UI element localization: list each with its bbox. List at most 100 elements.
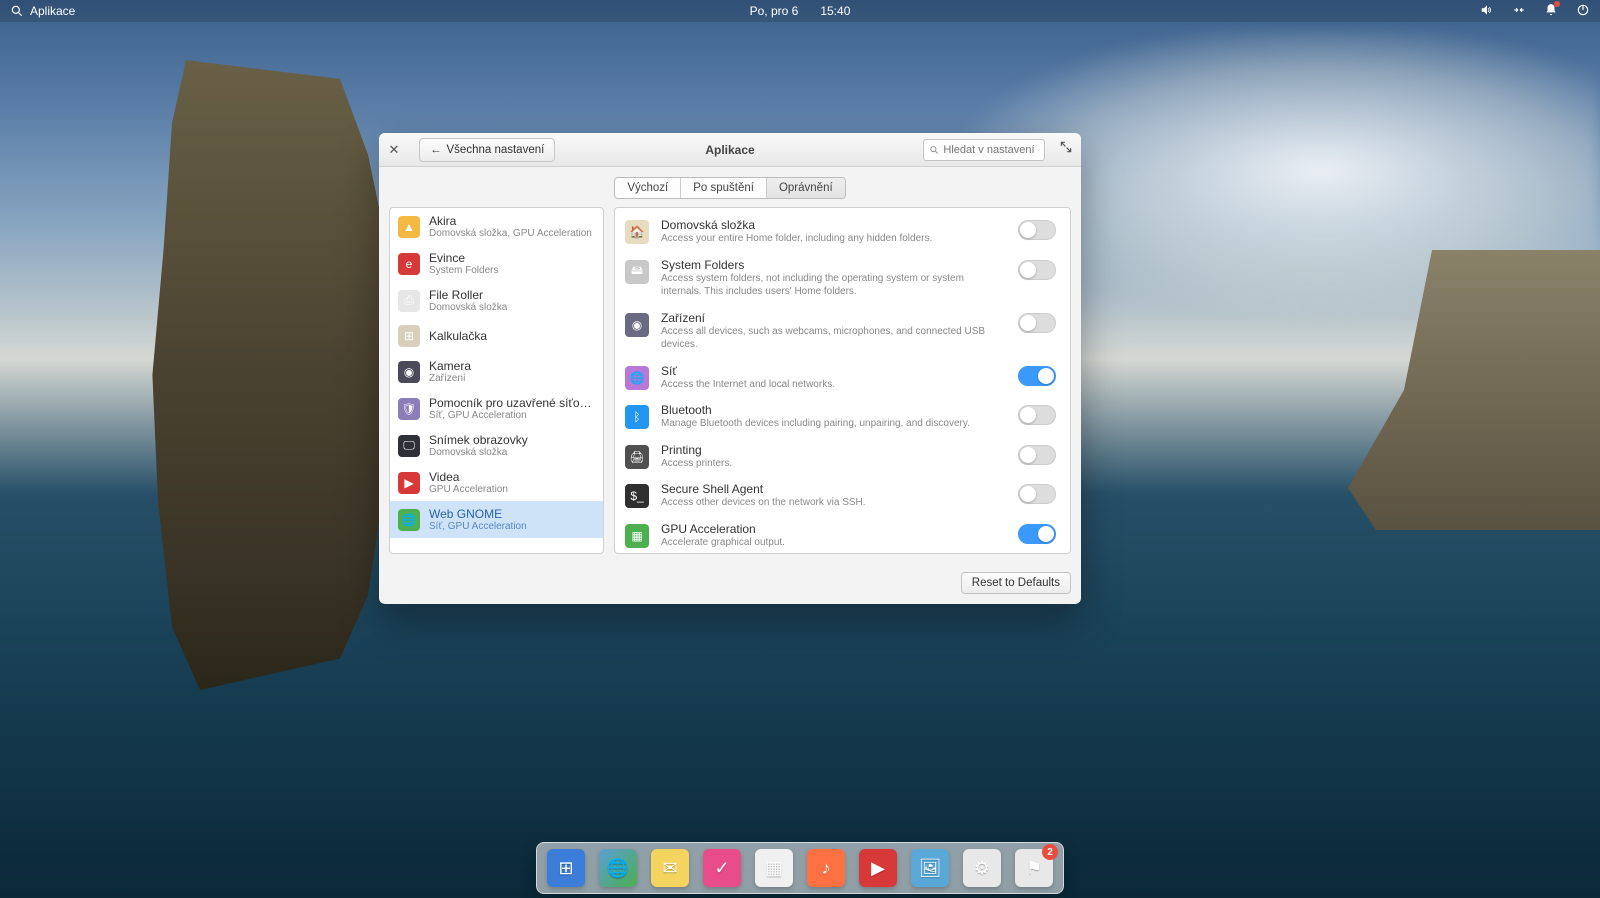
dock-web[interactable]: 🌐: [599, 849, 637, 887]
app-row-kamera[interactable]: ◉ KameraZařízení: [390, 353, 603, 390]
settings-search[interactable]: [923, 139, 1045, 161]
app-icon: e: [398, 253, 420, 275]
dock-music[interactable]: ♪: [807, 849, 845, 887]
app-name: Snímek obrazovky: [429, 433, 528, 447]
titlebar[interactable]: ✕ ← Všechna nastavení Aplikace: [379, 133, 1081, 167]
permission-title: Zařízení: [661, 311, 1006, 325]
app-name: Evince: [429, 251, 498, 265]
app-icon: ◉: [398, 361, 420, 383]
app-icon: ⎙: [398, 290, 420, 312]
app-icon: 🌐: [398, 509, 420, 531]
dock-settings[interactable]: ⚙: [963, 849, 1001, 887]
session-indicator[interactable]: [1576, 3, 1590, 20]
back-all-settings-button[interactable]: ← Všechna nastavení: [419, 138, 555, 162]
close-button[interactable]: ✕: [387, 143, 401, 157]
app-icon: ▲: [398, 216, 420, 238]
app-text: EvinceSystem Folders: [429, 251, 498, 276]
tab-oprávnění[interactable]: Oprávnění: [767, 178, 845, 198]
maximize-button[interactable]: [1059, 140, 1073, 159]
clock-area[interactable]: Po, pro 6 15:40: [750, 4, 851, 18]
permission-toggle[interactable]: [1018, 260, 1056, 280]
permission-icon: $_: [625, 484, 649, 508]
dock-calendar[interactable]: ▦: [755, 849, 793, 887]
permission-secure-shell-agent: $_Secure Shell AgentAccess other devices…: [615, 476, 1070, 516]
search-icon: [929, 144, 939, 156]
permission-toggle[interactable]: [1018, 524, 1056, 544]
permission-icon: 🏠: [625, 220, 649, 244]
permission-toggle[interactable]: [1018, 313, 1056, 333]
search-input[interactable]: [943, 144, 1039, 156]
network-icon: [1512, 3, 1526, 17]
segmented-control: VýchozíPo spuštěníOprávnění: [614, 177, 845, 199]
permission-toggle[interactable]: [1018, 484, 1056, 504]
permission-toggle[interactable]: [1018, 366, 1056, 386]
app-list[interactable]: ▲ AkiraDomovská složka, GPU Acceleration e…: [389, 207, 604, 554]
dock-videos[interactable]: ▶: [859, 849, 897, 887]
dock-multitasking[interactable]: ⊞: [547, 849, 585, 887]
app-sub: GPU Acceleration: [429, 484, 508, 495]
app-name: File Roller: [429, 288, 507, 302]
permission-toggle[interactable]: [1018, 445, 1056, 465]
dock-appcenter[interactable]: ⚑2: [1015, 849, 1053, 887]
app-row-sn-mek-obrazovky[interactable]: 🖵Snímek obrazovkyDomovská složka: [390, 427, 603, 464]
app-text: File RollerDomovská složka: [429, 288, 507, 313]
window-footer: Reset to Defaults: [379, 564, 1081, 604]
top-panel: Aplikace Po, pro 6 15:40: [0, 0, 1600, 22]
app-text: KameraZařízení: [429, 359, 471, 384]
permission-s-: 🌐SíťAccess the Internet and local networ…: [615, 358, 1070, 398]
permission-title: GPU Acceleration: [661, 522, 1006, 536]
permission-text: Domovská složkaAccess your entire Home f…: [661, 218, 1006, 246]
tab-výchozí[interactable]: Výchozí: [615, 178, 681, 198]
dock-photos[interactable]: 🖼: [911, 849, 949, 887]
app-row-pomocn-k-pro-uzav-en-s-ov-[interactable]: 🛡 Pomocník pro uzavřené síťové ...Síť, GP…: [390, 390, 603, 427]
tab-po-spuštění[interactable]: Po spuštění: [681, 178, 767, 198]
permission-title: Bluetooth: [661, 403, 1006, 417]
app-row-evince[interactable]: e EvinceSystem Folders: [390, 245, 603, 282]
permission-bluetooth: ᛒBluetoothManage Bluetooth devices inclu…: [615, 397, 1070, 437]
app-text: Web GNOMESíť, GPU Acceleration: [429, 507, 527, 532]
window-body: ▲ AkiraDomovská složka, GPU Acceleration e…: [379, 207, 1081, 564]
notifications-indicator[interactable]: [1544, 3, 1558, 20]
app-row-web-gnome[interactable]: 🌐 Web GNOMESíť, GPU Acceleration: [390, 501, 603, 538]
permission-title: Printing: [661, 443, 1006, 457]
applications-menu[interactable]: Aplikace: [10, 4, 75, 18]
videos-icon: ▶: [871, 858, 885, 879]
app-text: Pomocník pro uzavřené síťové ...Síť, GPU…: [429, 396, 595, 421]
permission-title: Síť: [661, 364, 1006, 378]
permission-desc: Access system folders, not including the…: [661, 272, 1006, 299]
permission-text: System FoldersAccess system folders, not…: [661, 258, 1006, 299]
dock-mail[interactable]: ✉: [651, 849, 689, 887]
app-row-videa[interactable]: ▶VideaGPU Acceleration: [390, 464, 603, 501]
mail-icon: ✉: [662, 858, 677, 879]
notification-badge: [1554, 1, 1560, 7]
app-sub: Domovská složka: [429, 302, 507, 313]
permission-toggle[interactable]: [1018, 220, 1056, 240]
app-text: AkiraDomovská složka, GPU Acceleration: [429, 214, 592, 239]
permission-title: System Folders: [661, 258, 1006, 272]
permission-toggle[interactable]: [1018, 405, 1056, 425]
app-icon: ▶: [398, 472, 420, 494]
back-label: Všechna nastavení: [447, 144, 545, 156]
calendar-icon: ▦: [765, 858, 782, 879]
multitasking-icon: ⊞: [558, 858, 573, 879]
settings-icon: ⚙: [974, 858, 990, 879]
permissions-list: 🏠 Domovská složkaAccess your entire Home …: [615, 208, 1070, 559]
app-row-kalkula-ka[interactable]: ⊞Kalkulačka: [390, 319, 603, 353]
app-name: Web GNOME: [429, 507, 527, 521]
app-row-file-roller[interactable]: ⎙ File RollerDomovská složka: [390, 282, 603, 319]
app-icon: 🛡: [398, 398, 420, 420]
app-name: Kamera: [429, 359, 471, 373]
app-row-akira[interactable]: ▲ AkiraDomovská složka, GPU Acceleration: [390, 208, 603, 245]
arrow-left-icon: ←: [430, 144, 442, 156]
network-indicator[interactable]: [1512, 3, 1526, 20]
app-text: Kalkulačka: [429, 329, 487, 343]
maximize-icon: [1059, 140, 1073, 154]
permission-printing: 🖨PrintingAccess printers.: [615, 437, 1070, 477]
permission-text: SíťAccess the Internet and local network…: [661, 364, 1006, 392]
dock-tasks[interactable]: ✓: [703, 849, 741, 887]
permission-desc: Accelerate graphical output.: [661, 536, 1006, 550]
sound-indicator[interactable]: [1480, 3, 1494, 20]
reset-to-defaults-button[interactable]: Reset to Defaults: [961, 572, 1071, 594]
dock: ⊞ 🌐 ✉ ✓ ▦ ♪ ▶ 🖼 ⚙ ⚑2: [536, 842, 1064, 894]
power-icon: [1576, 3, 1590, 17]
